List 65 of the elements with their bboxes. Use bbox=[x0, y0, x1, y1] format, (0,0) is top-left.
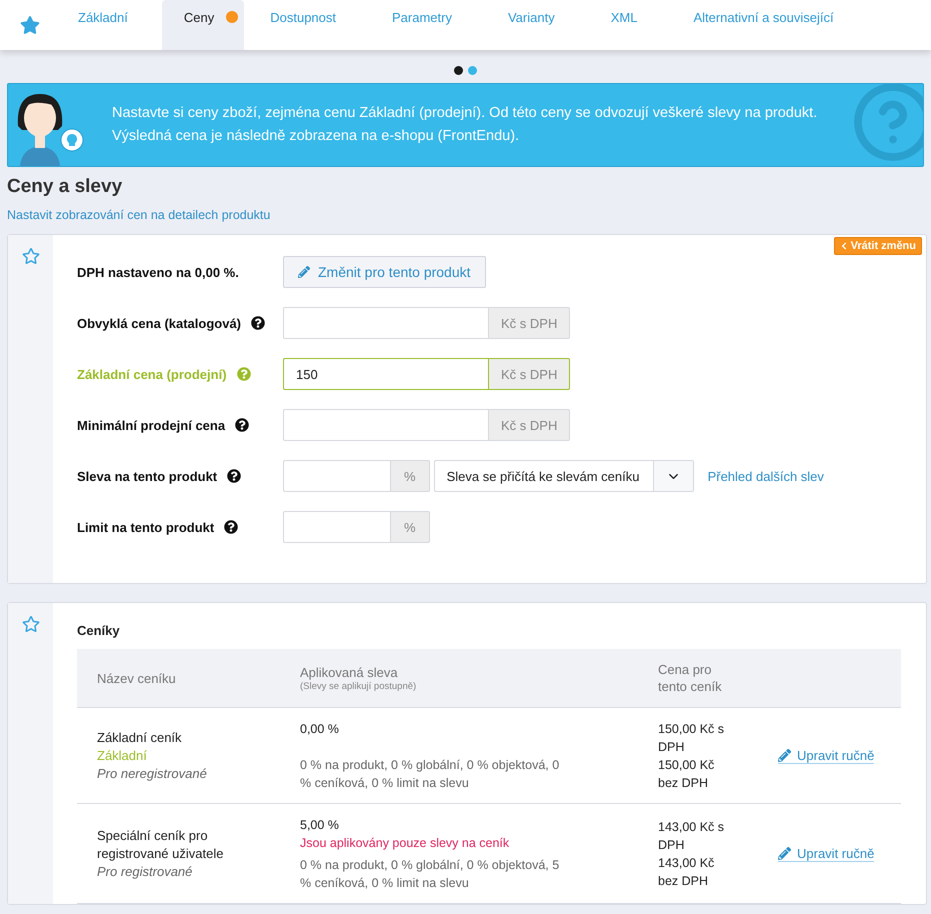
price-with-vat: 150,00 Kč s DPH bbox=[658, 721, 726, 756]
price-field[interactable] bbox=[283, 307, 488, 339]
pricelist-tag: Základní bbox=[97, 747, 280, 765]
column-header: Aplikovaná sleva bbox=[300, 664, 399, 681]
star-icon[interactable] bbox=[20, 15, 40, 35]
price-field[interactable]: 150 bbox=[283, 358, 488, 390]
change-vat-button[interactable]: Změnit pro tento produkt bbox=[283, 256, 486, 288]
tab[interactable]: Alternativní a související bbox=[671, 0, 864, 50]
star-icon[interactable] bbox=[22, 247, 40, 265]
section-title: Ceny a slevy bbox=[7, 176, 124, 198]
unit-label: Kč s DPH bbox=[488, 409, 570, 441]
percent-field[interactable] bbox=[283, 511, 390, 543]
price-field[interactable] bbox=[283, 409, 488, 441]
pencil-icon bbox=[778, 749, 791, 762]
field-label: Obvyklá cena (katalogová) bbox=[77, 316, 242, 330]
tab[interactable]: Parametry bbox=[370, 0, 482, 50]
edit-link[interactable]: Upravit ručně bbox=[778, 846, 874, 862]
discount-select[interactable]: Sleva se přičítá ke slevám ceníku bbox=[434, 460, 694, 492]
revert-button[interactable]: Vrátit změnu bbox=[834, 237, 922, 255]
card-title: Ceníky bbox=[77, 623, 121, 638]
discount-value: 0,00 % bbox=[300, 721, 340, 738]
field-label: Minimální prodejní cena bbox=[77, 418, 226, 432]
tab[interactable]: Ceny bbox=[162, 0, 244, 50]
unit-label: Kč s DPH bbox=[488, 307, 570, 339]
help-icon[interactable] bbox=[235, 418, 250, 432]
discounts-link[interactable]: Přehled dalších slev bbox=[708, 468, 824, 484]
pricelist-audience: Pro neregistrované bbox=[97, 765, 208, 783]
unit-label: % bbox=[390, 460, 430, 492]
help-icon[interactable] bbox=[251, 316, 266, 330]
banner-text: Výsledná cena je následně zobrazena na e-shopu (FrontEndu). bbox=[112, 127, 520, 146]
chevron-left-icon bbox=[840, 242, 848, 250]
field-label: Limit na tento produkt bbox=[77, 520, 214, 534]
edit-link[interactable]: Upravit ručně bbox=[778, 748, 874, 764]
help-icon[interactable] bbox=[224, 520, 238, 534]
discount-value: 5,00 % bbox=[300, 817, 340, 834]
pricelist-audience: Pro registrované bbox=[97, 863, 194, 881]
star-icon[interactable] bbox=[22, 615, 40, 633]
discount-warning: Jsou aplikovány pouze slevy na ceník bbox=[300, 835, 510, 852]
pager-dot[interactable] bbox=[454, 66, 463, 75]
percent-field[interactable] bbox=[283, 460, 390, 492]
pricelist-name: Speciální ceník pro registrované uživatele bbox=[97, 827, 224, 863]
column-header: Název ceníku bbox=[97, 670, 177, 686]
price-without-vat: 150,00 Kč bez DPH bbox=[658, 757, 716, 792]
price-without-vat: 143,00 Kč bez DPH bbox=[658, 855, 716, 890]
field-label: Základní cena (prodejní) bbox=[77, 366, 227, 382]
banner-text: Nastavte si ceny zboží, zejména cenu Základní (prodejní). Od této ceny se odvozují veškeré slevy na produkt. bbox=[112, 104, 818, 123]
pencil-icon bbox=[298, 266, 310, 278]
column-header: Cena pro tento ceník bbox=[658, 661, 723, 695]
pricelist-name: Základní ceník bbox=[97, 729, 183, 747]
discount-breakdown: 0 % na produkt, 0 % globální, 0 % objektová, 5 % ceníková, 0 % limit na slevu bbox=[300, 857, 560, 892]
tab[interactable]: Dostupnost bbox=[248, 0, 366, 50]
field-label: Sleva na tento produkt bbox=[77, 468, 218, 484]
pager-dot[interactable] bbox=[468, 66, 477, 75]
price-with-vat: 143,00 Kč s DPH bbox=[658, 819, 726, 854]
pencil-icon bbox=[778, 847, 791, 860]
help-icon[interactable] bbox=[227, 469, 242, 483]
unit-label: % bbox=[390, 511, 430, 543]
unit-label: Kč s DPH bbox=[488, 358, 570, 390]
tab[interactable]: XML bbox=[588, 0, 668, 50]
vat-label: DPH nastaveno na 0,00 %. bbox=[77, 264, 239, 280]
settings-link[interactable]: Nastavit zobrazování cen na detailech produktu bbox=[7, 208, 270, 222]
column-note: (Slevy se aplikují postupně) bbox=[300, 681, 418, 692]
tab[interactable]: Základní bbox=[56, 0, 158, 50]
tab[interactable]: Varianty bbox=[486, 0, 585, 50]
discount-breakdown: 0 % na produkt, 0 % globální, 0 % objektová, 0 % ceníková, 0 % limit na slevu bbox=[300, 757, 560, 792]
